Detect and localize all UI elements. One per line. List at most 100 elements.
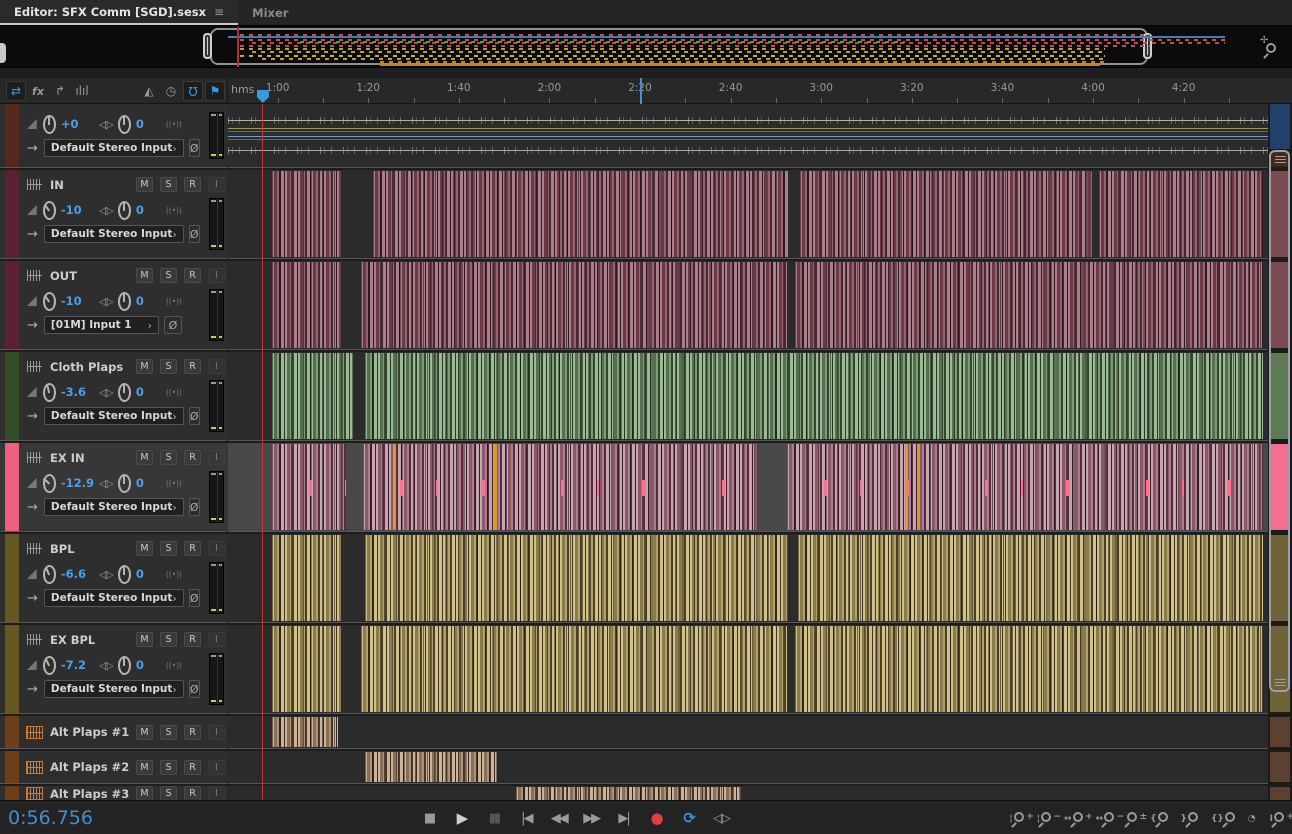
track-lane-alt1[interactable] xyxy=(228,716,1268,748)
time-display[interactable]: 0:56.756 xyxy=(8,807,93,829)
nav-scroll-thumb[interactable] xyxy=(1269,150,1290,692)
input-select[interactable]: Default Stereo Input› xyxy=(44,225,184,243)
vertical-track-navigator[interactable] xyxy=(1268,104,1292,800)
track-name[interactable]: Alt Plaps #2 xyxy=(50,760,129,774)
audio-clip[interactable] xyxy=(365,535,788,621)
ruler-unit-label[interactable]: hms xyxy=(231,83,254,96)
metering-icon[interactable]: ılıl xyxy=(72,81,92,101)
tab-mixer[interactable]: Mixer xyxy=(238,0,302,25)
track-lane-in[interactable] xyxy=(228,170,1268,258)
input-select[interactable]: [01M] Input 1› xyxy=(44,316,159,334)
output-monitor-icon[interactable]: ((•)) xyxy=(166,120,182,129)
audio-clip[interactable] xyxy=(798,535,1263,621)
arm-record-button[interactable]: R xyxy=(184,359,201,374)
phase-invert-button[interactable]: Ø xyxy=(189,589,200,607)
mute-button[interactable]: M xyxy=(136,760,153,775)
pause-button[interactable]: ▮▮ xyxy=(485,811,503,826)
monitor-input-button[interactable]: I xyxy=(208,725,225,740)
track-header-alt2[interactable]: Alt Plaps #2MSRI xyxy=(0,751,228,783)
pan-knob[interactable] xyxy=(118,474,131,493)
volume-knob[interactable] xyxy=(43,474,56,493)
phase-invert-button[interactable]: Ø xyxy=(189,498,200,516)
pan-knob[interactable] xyxy=(118,383,131,402)
play-button[interactable]: ▶ xyxy=(452,809,470,827)
solo-button[interactable]: S xyxy=(160,786,177,800)
mute-button[interactable]: M xyxy=(136,725,153,740)
input-select[interactable]: Default Stereo Input› xyxy=(44,139,184,157)
track-lane-alt2[interactable] xyxy=(228,751,1268,783)
skip-selection-button[interactable]: ◁▷ xyxy=(712,811,730,826)
track-header-out[interactable]: OUTMSRI-10◁▷0((•))→[01M] Input 1›Ø xyxy=(0,261,228,349)
monitor-input-button[interactable]: I xyxy=(208,450,225,465)
track-name[interactable]: Alt Plaps #3 xyxy=(50,787,129,801)
mute-button[interactable]: M xyxy=(136,268,153,283)
track-header-exbpl[interactable]: EX BPLMSRI-7.2◁▷0((•))→Default Stereo In… xyxy=(0,625,228,713)
input-select[interactable]: Default Stereo Input› xyxy=(44,589,184,607)
output-monitor-icon[interactable]: ((•)) xyxy=(166,661,182,670)
track-header-exin[interactable]: EX INMSRI-12.9◁▷0((•))→Default Stereo In… xyxy=(0,443,228,531)
session-overview-navigator[interactable] xyxy=(0,25,1292,68)
pan-knob[interactable] xyxy=(118,565,131,584)
arm-record-button[interactable]: R xyxy=(184,268,201,283)
audio-clip[interactable] xyxy=(787,444,1263,530)
audio-clip[interactable] xyxy=(795,626,1263,712)
mute-button[interactable]: M xyxy=(136,632,153,647)
audio-clip[interactable] xyxy=(272,535,341,621)
track-header-in[interactable]: INMSRI-10◁▷0((•))→Default Stereo Input›Ø xyxy=(0,170,228,258)
navigator-zoom-icon[interactable] xyxy=(1262,38,1280,56)
track-header-alt1[interactable]: Alt Plaps #1MSRI xyxy=(0,716,228,748)
arm-record-button[interactable]: R xyxy=(184,177,201,192)
move-tool-icon[interactable]: ⇄ xyxy=(6,81,26,101)
track-lane-mix[interactable] xyxy=(228,104,1268,167)
audio-clip[interactable] xyxy=(272,444,346,530)
solo-button[interactable]: S xyxy=(160,632,177,647)
track-name[interactable]: EX BPL xyxy=(50,633,95,647)
loop-playback-button[interactable]: ⟳ xyxy=(680,809,698,827)
audio-clip[interactable] xyxy=(365,353,1263,439)
output-monitor-icon[interactable]: ((•)) xyxy=(166,297,182,306)
audio-clip[interactable] xyxy=(272,626,341,712)
rewind-button[interactable]: ◀◀ xyxy=(550,811,568,826)
mute-button[interactable]: M xyxy=(136,359,153,374)
clock-mode-icon[interactable]: ◷ xyxy=(161,81,181,101)
go-to-end-button[interactable]: ▶| xyxy=(615,811,633,826)
pan-knob[interactable] xyxy=(118,656,131,675)
track-name[interactable]: Cloth Plaps xyxy=(50,360,123,374)
audio-clip[interactable] xyxy=(516,787,741,800)
arm-record-button[interactable]: R xyxy=(184,786,201,800)
phase-invert-button[interactable]: Ø xyxy=(189,225,200,243)
track-name[interactable]: OUT xyxy=(50,269,77,283)
overview-left-handle[interactable] xyxy=(203,33,212,59)
track-lanes[interactable] xyxy=(228,104,1268,800)
output-monitor-icon[interactable]: ((•)) xyxy=(166,479,182,488)
zoom-out-button[interactable]: ¦− xyxy=(1037,812,1051,825)
volume-knob[interactable] xyxy=(43,565,56,584)
audio-clip[interactable] xyxy=(373,171,788,257)
mute-button[interactable]: M xyxy=(136,450,153,465)
audio-clip[interactable] xyxy=(800,171,1092,257)
track-lane-exbpl[interactable] xyxy=(228,625,1268,713)
pan-knob[interactable] xyxy=(118,115,131,134)
audio-clip[interactable] xyxy=(795,262,1263,348)
slip-tool-icon[interactable]: ↱ xyxy=(50,81,70,101)
volume-envelope-line[interactable] xyxy=(228,128,1268,129)
zoom-in-button[interactable]: ¦+ xyxy=(1009,812,1023,825)
metronome-icon[interactable]: ◭ xyxy=(139,81,159,101)
input-select[interactable]: Default Stereo Input› xyxy=(44,498,184,516)
mute-button[interactable]: M xyxy=(136,541,153,556)
snap-toggle-icon[interactable]: Ω xyxy=(183,81,203,101)
audio-clip[interactable] xyxy=(272,171,341,257)
track-header-cloth[interactable]: Cloth PlapsMSRI-3.6◁▷0((•))→Default Ster… xyxy=(0,352,228,440)
track-lane-cloth[interactable] xyxy=(228,352,1268,440)
arm-record-button[interactable]: R xyxy=(184,725,201,740)
tab-editor[interactable]: Editor: SFX Comm [SGD].sesx ≡ xyxy=(0,0,238,25)
zoom-to-out-point-button[interactable]: } xyxy=(1181,812,1198,825)
volume-knob[interactable] xyxy=(43,292,56,311)
pan-envelope-line[interactable] xyxy=(228,136,1268,137)
input-select[interactable]: Default Stereo Input› xyxy=(44,680,184,698)
playhead-line[interactable] xyxy=(262,104,263,800)
input-select[interactable]: Default Stereo Input› xyxy=(44,407,184,425)
monitor-input-button[interactable]: I xyxy=(208,786,225,800)
audio-clip[interactable] xyxy=(1099,171,1263,257)
volume-knob[interactable] xyxy=(43,383,56,402)
